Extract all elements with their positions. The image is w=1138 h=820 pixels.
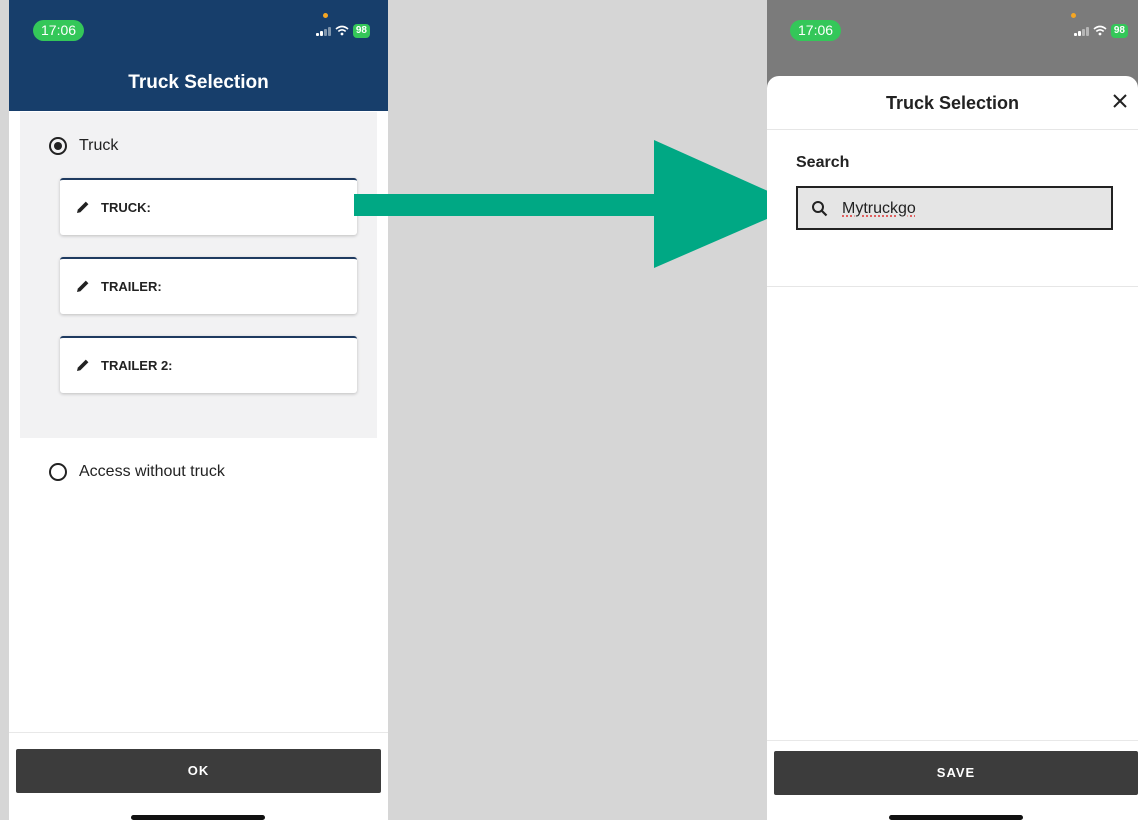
trailer-field[interactable]: TRAILER:	[60, 257, 357, 314]
left-header: 17:06 98 Truck Selection	[9, 0, 388, 111]
search-label: Search	[796, 154, 850, 171]
signal-icon	[315, 26, 331, 36]
divider	[767, 286, 1138, 287]
modal-header: Truck Selection	[767, 76, 1138, 130]
status-icons: 98	[315, 20, 370, 41]
page-title: Truck Selection	[128, 72, 269, 93]
search-input[interactable]: Mytruckgo	[796, 186, 1113, 230]
wifi-icon	[1093, 25, 1107, 36]
trailer-2-field-label: TRAILER 2:	[101, 358, 173, 373]
battery-icon: 98	[1110, 23, 1128, 38]
status-bar: 17:06 98	[9, 8, 388, 41]
ok-button[interactable]: OK	[16, 749, 381, 793]
bottom-action-bar: OK	[9, 732, 388, 820]
status-icons: 98	[1073, 20, 1128, 41]
privacy-indicator-dot	[1071, 13, 1076, 18]
search-value: Mytruckgo	[842, 200, 916, 217]
modal-title: Truck Selection	[885, 93, 1020, 113]
truck-field[interactable]: TRUCK:	[60, 178, 357, 235]
truck-field-label: TRUCK:	[101, 200, 151, 215]
status-time: 17:06	[790, 20, 842, 41]
transition-arrow	[354, 140, 799, 268]
battery-icon: 98	[352, 23, 370, 38]
truck-radio-label[interactable]: Truck	[79, 137, 118, 155]
no-truck-radio-label[interactable]: Access without truck	[79, 463, 225, 481]
privacy-indicator-dot	[323, 13, 328, 18]
home-indicator	[131, 815, 265, 820]
wifi-icon	[335, 25, 349, 36]
trailer-2-field[interactable]: TRAILER 2:	[60, 336, 357, 393]
truck-options-panel: Truck TRUCK: TRAILER: TRAILER 2:	[20, 112, 377, 438]
pencil-icon	[77, 359, 89, 371]
pencil-icon	[77, 201, 89, 213]
search-icon	[812, 201, 828, 217]
bottom-action-bar: SAVE	[767, 740, 1138, 820]
home-indicator	[889, 815, 1023, 820]
no-truck-radio-icon[interactable]	[49, 463, 67, 481]
status-time: 17:06	[33, 20, 85, 41]
trailer-field-label: TRAILER:	[101, 279, 162, 294]
left-screen: 17:06 98 Truck Selection Truck TRUCK: TR…	[9, 0, 388, 820]
close-icon[interactable]	[1109, 90, 1131, 112]
pencil-icon	[77, 280, 89, 292]
save-button[interactable]: SAVE	[774, 751, 1138, 795]
signal-icon	[1073, 26, 1089, 36]
truck-selection-modal: Truck Selection Search Mytruckgo	[767, 76, 1138, 820]
truck-radio-icon[interactable]	[49, 137, 67, 155]
status-bar: 17:06 98	[767, 8, 1138, 41]
right-screen: 17:06 98 Truck Selection Search Mytruckg…	[767, 0, 1138, 820]
